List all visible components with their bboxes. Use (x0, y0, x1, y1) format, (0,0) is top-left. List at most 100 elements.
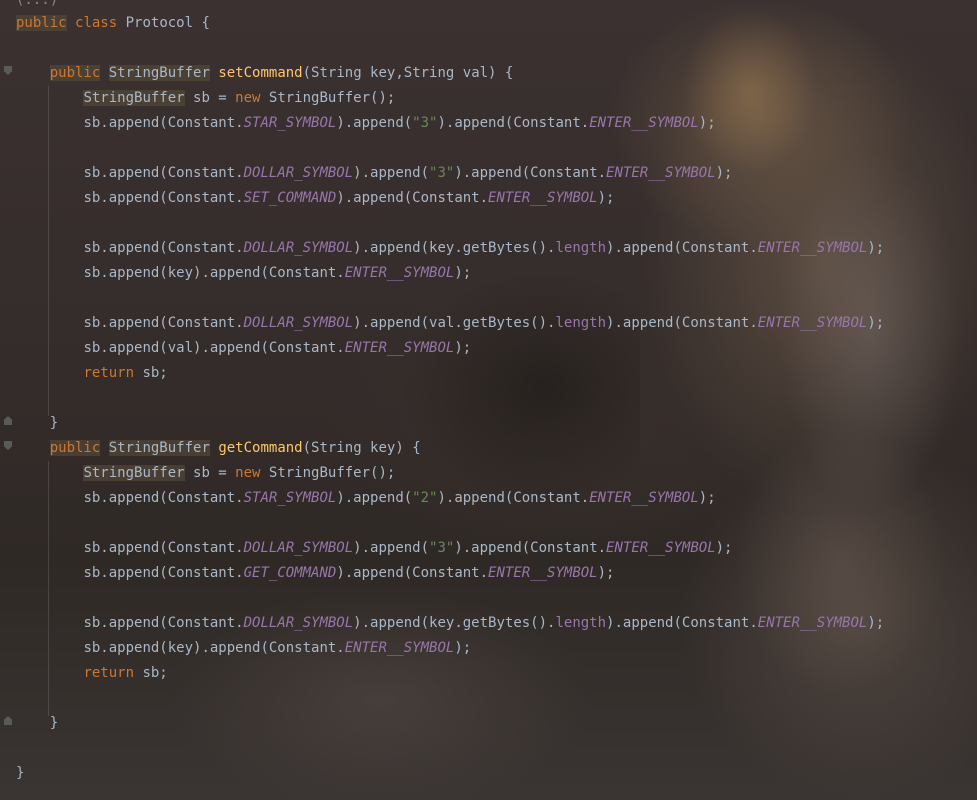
code-token: ); (867, 615, 885, 631)
variable-declaration[interactable]: StringBuffer sb = new StringBuffer(); (16, 86, 395, 111)
code-token: ).append( (336, 115, 413, 131)
code-token: ); (597, 565, 615, 581)
string-literal: "2" (412, 490, 438, 506)
keyword-return: return (83, 365, 135, 381)
code-token: ).append(Constant. (606, 615, 758, 631)
code-token: ); (454, 340, 472, 356)
code-token: StringBuffer(); (260, 90, 396, 106)
constant-reference: ENTER__SYMBOL (488, 565, 598, 581)
keyword-public: public (49, 440, 101, 456)
code-token: sb.append(Constant. (83, 240, 244, 256)
method-close-brace[interactable]: } (16, 411, 58, 436)
keyword-new: new (235, 90, 261, 106)
append-statement[interactable]: sb.append(Constant.DOLLAR_SYMBOL).append… (16, 536, 732, 561)
constant-reference: DOLLAR_SYMBOL (243, 165, 354, 181)
append-statement[interactable]: sb.append(key).append(Constant.ENTER__SY… (16, 261, 471, 286)
code-token: ).append( (336, 490, 413, 506)
fold-toggle-icon[interactable] (4, 441, 12, 450)
append-statement[interactable]: sb.append(val).append(Constant.ENTER__SY… (16, 336, 471, 361)
code-token: ).append(Constant. (437, 115, 590, 131)
code-token: sb.append(val).append(Constant. (83, 340, 345, 356)
constant-reference: ENTER__SYMBOL (606, 540, 716, 556)
code-token: ); (715, 540, 733, 556)
append-statement[interactable]: sb.append(Constant.GET_COMMAND).append(C… (16, 561, 614, 586)
code-token: sb.append(Constant. (83, 190, 244, 206)
fold-toggle-icon[interactable] (4, 66, 12, 75)
open-brace: { (201, 15, 210, 31)
append-statement[interactable]: sb.append(Constant.DOLLAR_SYMBOL ).append… (16, 236, 884, 261)
code-token: sb.append(Constant. (83, 165, 244, 181)
keyword-new: new (235, 465, 261, 481)
constant-reference: ENTER__SYMBOL (344, 340, 455, 356)
method-name: setCommand (218, 65, 303, 81)
code-token: sb.append(Constant. (83, 615, 244, 631)
field-length: length (555, 240, 607, 256)
append-statement[interactable]: sb.append(Constant.DOLLAR_SYMBOL ).append… (16, 161, 732, 186)
method-name: getCommand (218, 440, 303, 456)
keyword-public: public (49, 65, 101, 81)
constant-reference: ENTER__SYMBOL (606, 165, 716, 181)
code-token: ); (698, 490, 716, 506)
append-statement[interactable]: sb.append(key).append(Constant.ENTER__SY… (16, 636, 471, 661)
fold-toggle-icon[interactable] (4, 716, 12, 725)
string-literal: "3" (412, 115, 438, 131)
field-length: length (555, 315, 607, 331)
variable-declaration[interactable]: StringBuffer sb = new StringBuffer(); (16, 461, 395, 486)
append-statement[interactable]: sb.append(Constant.STAR_SYMBOL).append("… (16, 111, 715, 136)
code-token: ).append(Constant. (437, 490, 590, 506)
append-statement[interactable]: sb.append(Constant.DOLLAR_SYMBOL).append… (16, 311, 884, 336)
class-name: Protocol (125, 15, 194, 31)
constant-reference: ENTER__SYMBOL (589, 490, 699, 506)
constant-reference: DOLLAR_SYMBOL (243, 315, 354, 331)
keyword-return: return (83, 665, 135, 681)
code-token: ).append(Constant. (454, 540, 607, 556)
constant-reference: ENTER__SYMBOL (344, 265, 455, 281)
append-statement[interactable]: sb.append(Constant.DOLLAR_SYMBOL).append… (16, 611, 884, 636)
code-token: sb.append(key).append(Constant. (83, 265, 345, 281)
editor-gutter (0, 0, 14, 800)
method-params: (String key,String val) { (302, 65, 514, 81)
constant-reference: STAR_SYMBOL (243, 490, 337, 506)
constant-reference: DOLLAR_SYMBOL (243, 540, 354, 556)
code-token: sb; (134, 665, 168, 681)
code-token: ).append(val.getBytes(). (353, 315, 556, 331)
code-token: ); (867, 315, 885, 331)
constant-reference: DOLLAR_SYMBOL (243, 240, 354, 256)
code-token: ); (454, 265, 472, 281)
keyword-public: public (16, 15, 67, 31)
string-literal: "3" (429, 165, 455, 181)
code-token: sb.append(key).append(Constant. (83, 640, 345, 656)
constant-reference: ENTER__SYMBOL (757, 315, 868, 331)
constant-reference: DOLLAR_SYMBOL (243, 615, 354, 631)
code-token: ).append(Constant. (336, 565, 489, 581)
append-statement[interactable]: sb.append(Constant.SET_COMMAND).append(C… (16, 186, 614, 211)
code-token: sb.append(Constant. (83, 315, 244, 331)
constant-reference: ENTER__SYMBOL (344, 640, 455, 656)
return-statement[interactable]: return sb; (16, 361, 167, 386)
code-token: ).append(Constant. (606, 240, 758, 256)
type-name: StringBuffer (83, 90, 185, 106)
fold-toggle-icon[interactable] (4, 416, 12, 425)
method-declaration[interactable]: public StringBuffer getCommand(String ke… (16, 436, 421, 461)
class-close-brace: } (16, 765, 25, 781)
append-statement[interactable]: sb.append(Constant.STAR_SYMBOL).append("… (16, 486, 716, 511)
code-token: sb.append(Constant. (83, 115, 244, 131)
constant-reference: STAR_SYMBOL (243, 115, 337, 131)
code-token: sb = (184, 90, 236, 106)
return-type: StringBuffer (108, 65, 210, 81)
code-token: } (49, 715, 59, 731)
code-token: ).append(key.getBytes(). (353, 615, 556, 631)
method-close-brace[interactable]: } (16, 711, 58, 736)
code-token: ).append(Constant. (336, 190, 489, 206)
type-name: StringBuffer (83, 465, 185, 481)
code-editor[interactable]: (...) public class Protocol { public Str… (0, 0, 977, 800)
keyword-class: class (75, 15, 118, 31)
return-statement[interactable]: return sb; (16, 661, 168, 686)
constant-reference: ENTER__SYMBOL (589, 115, 699, 131)
code-token: ); (715, 165, 733, 181)
code-token: ); (454, 640, 472, 656)
code-token: ).append(Constant. (454, 165, 607, 181)
constant-reference: SET_COMMAND (243, 190, 337, 206)
constant-reference: ENTER__SYMBOL (757, 615, 868, 631)
method-declaration[interactable]: public StringBuffer setCommand(String ke… (16, 61, 513, 86)
